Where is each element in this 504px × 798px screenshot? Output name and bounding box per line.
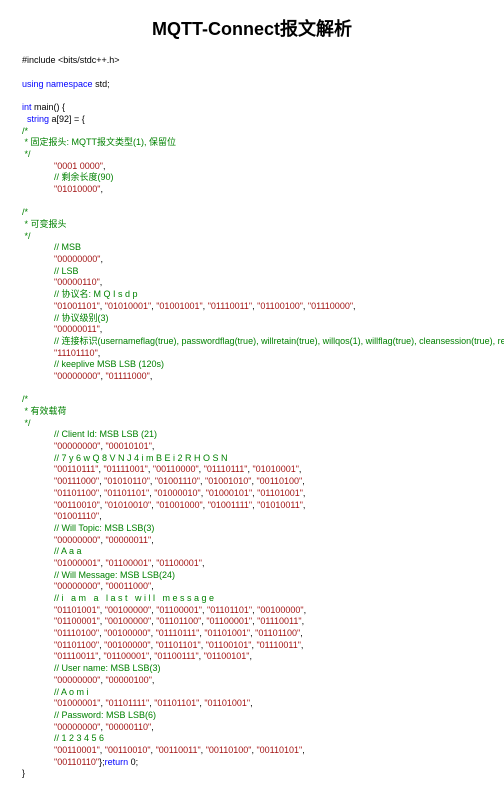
code-line: // 协议级别(3) — [54, 313, 482, 325]
code-line: "01001110", — [54, 511, 482, 523]
code-line: "00000000", — [54, 254, 482, 266]
code-line: "11101110", — [54, 348, 482, 360]
code-line: // LSB — [54, 266, 482, 278]
code-line: // 1 2 3 4 5 6 — [54, 733, 482, 745]
code-line: * 可变报头 — [22, 219, 482, 231]
code-line — [22, 67, 482, 79]
code-line: // A a a — [54, 546, 482, 558]
code-line: "01101001", "00100000", "01100001", "011… — [54, 605, 482, 617]
code-line: // 连接标识(usernameflag(true), passwordflag… — [54, 336, 482, 348]
code-line: #include <bits/stdc++.h> — [22, 55, 482, 67]
code-line — [22, 90, 482, 102]
code-line: "01000001", "01101111", "01101101", "011… — [54, 698, 482, 710]
code-line: "01001101", "01010001", "01001001", "011… — [54, 301, 482, 313]
code-line: * 固定报头: MQTT报⽂类型(1), 保留位 — [22, 137, 482, 149]
code-line: */ — [22, 418, 482, 430]
code-line: int main() { — [22, 102, 482, 114]
code-line: /* — [22, 394, 482, 406]
code-line: "00000011", — [54, 324, 482, 336]
code-line: */ — [22, 149, 482, 161]
code-line: "00110110"};return 0; — [54, 757, 482, 769]
code-line: "00000000", "00000100", — [54, 675, 482, 687]
code-line: // 剩余⻓度(90) — [54, 172, 482, 184]
page-title: MQTT-Connect报⽂解析 — [22, 18, 482, 41]
code-line: // Will Topic: MSB LSB(3) — [54, 523, 482, 535]
code-line: "01100001", "00100000", "01101100", "011… — [54, 616, 482, 628]
code-line: "01000001", "01100001", "01100001", — [54, 558, 482, 570]
code-line — [22, 196, 482, 208]
code-line: "00000000", "00011000", — [54, 581, 482, 593]
code-line: // 协议名: M Q I s d p — [54, 289, 482, 301]
code-line: /* — [22, 126, 482, 138]
code-line: "01110100", "00100000", "01110111", "011… — [54, 628, 482, 640]
code-line: "00000000", "00010101", — [54, 441, 482, 453]
code-line: "00111000", "01010110", "01001110", "010… — [54, 476, 482, 488]
code-line: // Password: MSB LSB(6) — [54, 710, 482, 722]
code-line: "01101100", "01101101", "01000010", "010… — [54, 488, 482, 500]
code-line: "01010000", — [54, 184, 482, 196]
code-line: "00110111", "01111001", "00110000", "011… — [54, 464, 482, 476]
code-line: * 有效载荷 — [22, 406, 482, 418]
document-wrap: MQTT-Connect报⽂解析 #include <bits/stdc++.h… — [0, 0, 504, 798]
code-line: "00110001", "00110010", "00110011", "001… — [54, 745, 482, 757]
code-line: } — [22, 768, 482, 780]
code-line: "00000000", "01111000", — [54, 371, 482, 383]
code-line: // User name: MSB LSB(3) — [54, 663, 482, 675]
code-line: /* — [22, 207, 482, 219]
code-line: "00000110", — [54, 277, 482, 289]
code-line: "00000000", "00000011", — [54, 535, 482, 547]
code-line: // Will Message: MSB LSB(24) — [54, 570, 482, 582]
code-line: // 7 y 6 w Q 8 V N J 4 i m B E i 2 R H O… — [54, 453, 482, 465]
code-line: "01101100", "00100000", "01101101", "011… — [54, 640, 482, 652]
code-line: "01110011", "01100001", "01100111", "011… — [54, 651, 482, 663]
code-line: "00000000", "00000110", — [54, 722, 482, 734]
code-line: string a[92] = { — [22, 114, 482, 126]
code-line: // i a m a l a s t w i l l m e s s a g e — [54, 593, 482, 605]
code-line: using namespace std; — [22, 79, 482, 91]
code-line: // MSB — [54, 242, 482, 254]
code-block: #include <bits/stdc++.h> using namespace… — [22, 55, 482, 780]
code-line: // Client Id: MSB LSB (21) — [54, 429, 482, 441]
code-line — [22, 383, 482, 395]
code-line: // A o m i — [54, 687, 482, 699]
code-line: "0001 0000", — [54, 161, 482, 173]
code-line: // keeplive MSB LSB (120s) — [54, 359, 482, 371]
code-line: "00110010", "01010010", "01001000", "010… — [54, 500, 482, 512]
code-line: */ — [22, 231, 482, 243]
